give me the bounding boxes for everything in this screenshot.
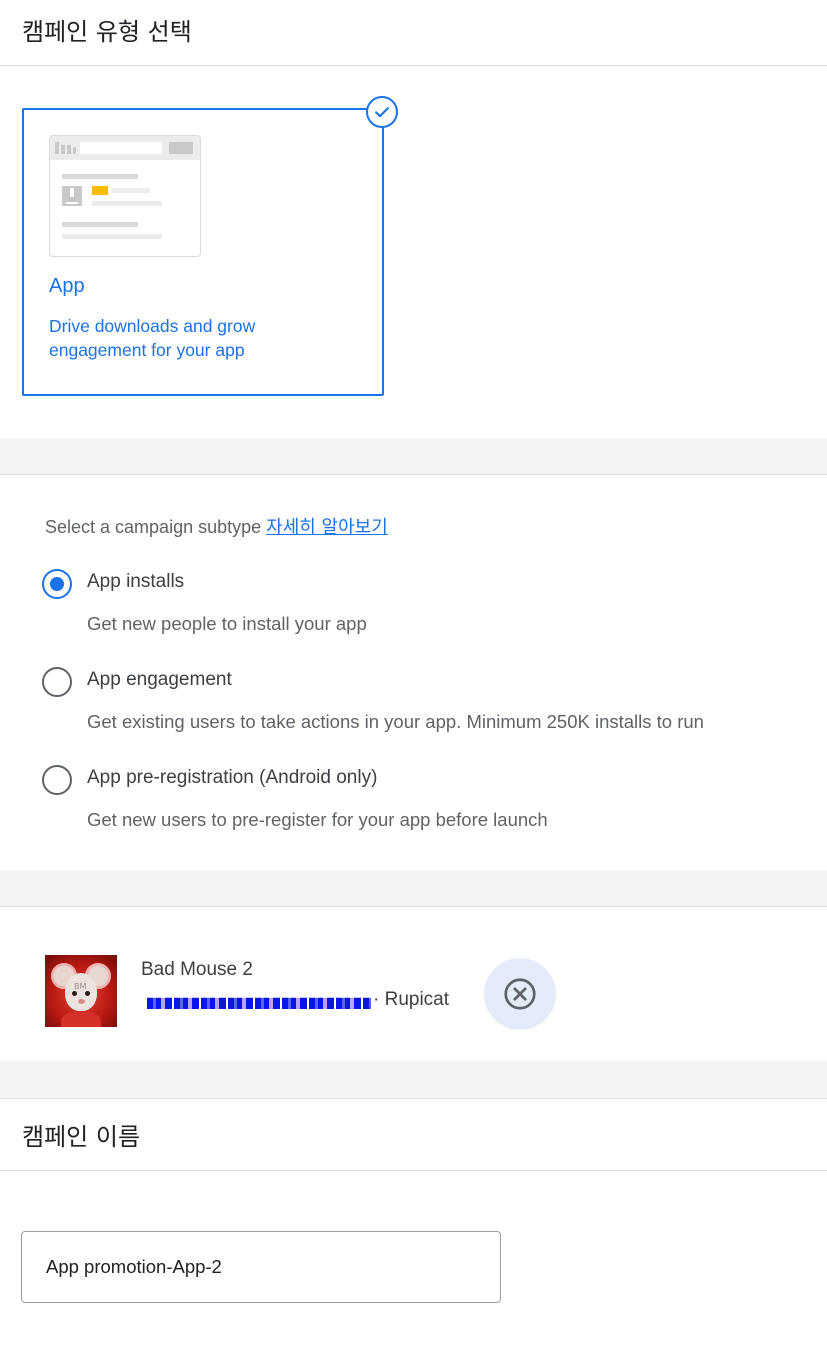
section-gap <box>0 870 827 906</box>
radio-app-engagement[interactable] <box>42 667 72 697</box>
radio-app-installs[interactable] <box>42 569 72 599</box>
bad-mouse-app-icon: BM <box>45 955 117 1027</box>
selected-app-section: BM Bad Mouse 2 · Rupicat <box>0 906 827 1061</box>
campaign-name-input[interactable] <box>21 1231 501 1303</box>
subtype-label-text: Select a campaign subtype <box>45 517 262 537</box>
app-card-illustration <box>49 135 201 257</box>
app-developer: · Rupicat <box>373 989 450 1010</box>
subtype-label: Select a campaign subtype 자세히 알아보기 <box>45 513 388 539</box>
option-title: App pre-registration (Android only) <box>87 767 378 788</box>
option-description: Get new people to install your app <box>87 613 367 634</box>
radio-pre-registration[interactable] <box>42 765 72 795</box>
section-gap <box>0 1061 827 1098</box>
campaign-name-header: 캠페인 이름 <box>0 1098 827 1171</box>
campaign-name-title: 캠페인 이름 <box>22 1123 141 1151</box>
redacted-app-id <box>147 997 371 1009</box>
app-card-title: App <box>49 275 85 297</box>
remove-app-button[interactable] <box>484 958 556 1030</box>
campaign-name-section <box>0 1171 827 1349</box>
option-title: App installs <box>87 571 185 592</box>
app-developer-row: · Rupicat <box>147 987 449 1013</box>
close-circle-icon <box>504 978 536 1010</box>
app-campaign-card[interactable]: App Drive downloads and grow engagement … <box>22 96 398 396</box>
campaign-type-header: 캠페인 유형 선택 <box>0 0 827 66</box>
campaign-subtype-section: Select a campaign subtype 자세히 알아보기 App i… <box>0 474 827 870</box>
campaign-type-title: 캠페인 유형 선택 <box>22 18 192 46</box>
campaign-type-section: App Drive downloads and grow engagement … <box>0 66 827 438</box>
option-description: Get new users to pre-register for your a… <box>87 809 548 830</box>
learn-more-link[interactable]: 자세히 알아보기 <box>266 517 388 538</box>
section-gap <box>0 438 827 474</box>
app-card-description: Drive downloads and grow engagement for … <box>49 316 256 360</box>
option-description: Get existing users to take actions in yo… <box>87 711 704 732</box>
check-circle-icon <box>366 96 398 128</box>
option-title: App engagement <box>87 669 232 690</box>
app-name: Bad Mouse 2 <box>141 959 253 980</box>
